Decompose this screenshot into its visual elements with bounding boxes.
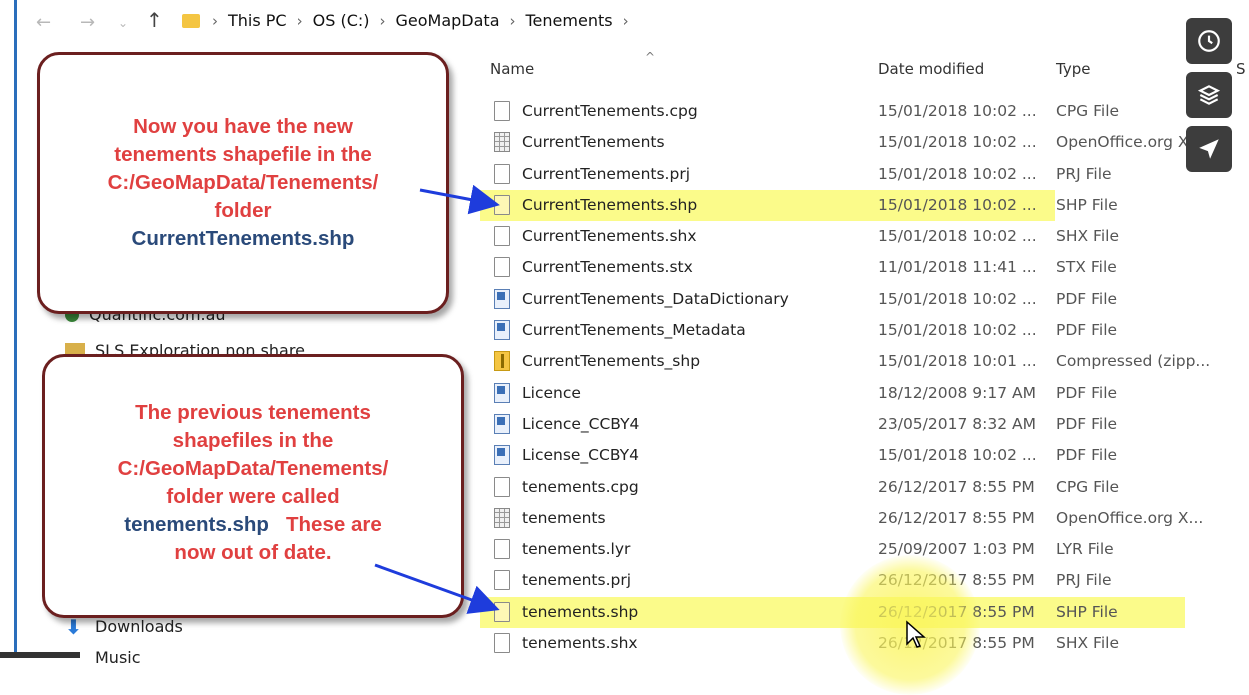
annotation-arrows (374, 184, 500, 614)
arrow-to-current-shp (419, 184, 500, 215)
taskbar-fragment (0, 652, 80, 658)
arrow-to-old-shp (374, 563, 500, 614)
